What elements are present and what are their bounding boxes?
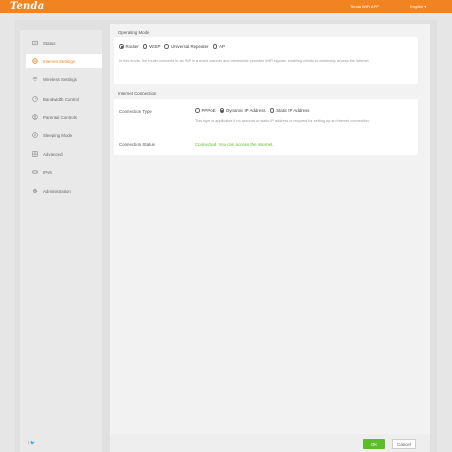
sidebar-item-advanced[interactable]: Advanced [26,147,102,161]
mode-ap-option[interactable]: AP [212,44,225,49]
cancel-button[interactable]: Cancel [392,439,416,449]
social-links[interactable]: f 🐦 [28,440,35,445]
radio-universal-repeater[interactable] [164,44,169,49]
grid-icon [32,151,38,157]
sidebar-item-label: Status [43,40,56,46]
wifi-app-link[interactable]: Tenda WiFi APP [350,0,379,13]
radio-dynamic-ip[interactable] [219,108,225,113]
type-dynamic-ip-option[interactable]: Dynamic IP Address [219,108,266,113]
ipv6-icon [32,169,38,175]
main-content [110,24,430,452]
type-pppoe-option[interactable]: PPPoE [195,108,216,113]
globe-icon [32,58,38,64]
gauge-icon [32,96,38,102]
connection-status-label: Connection Status [119,142,155,147]
connection-type-options: PPPoE Dynamic IP Address Static IP Addre… [195,108,313,113]
top-bar [0,0,452,13]
connection-status-value: Connected. You can access the internet. [195,142,274,147]
connection-type-description: This type is applicable if no account or… [195,119,370,123]
sidebar-item-ipv6[interactable]: IPv6 [26,165,102,179]
parental-icon [32,114,38,120]
sidebar-item-label: IPv6 [43,169,52,175]
radio-wisp[interactable] [142,44,148,49]
sleep-icon [32,132,38,138]
operating-mode-description: In this mode, the router connects to an … [119,59,370,63]
sidebar-item-administration[interactable]: Administration [26,184,102,198]
sidebar-item-label: Internet Settings [43,58,75,64]
connection-type-label: Connection Type [119,109,152,114]
sidebar-item-label: Bandwidth Control [43,96,79,102]
sidebar-item-internet-settings[interactable]: Internet Settings [26,54,102,68]
operating-mode-title: Operating Mode [118,30,150,35]
radio-router[interactable] [119,44,124,49]
gear-icon [32,188,38,194]
radio-ap[interactable] [212,44,218,49]
sidebar-item-label: Administration [43,188,71,194]
sidebar-item-label: Advanced [43,151,63,157]
sidebar-item-label: Wireless Settings [43,76,77,82]
mode-universal-repeater-option[interactable]: Universal Repeater [164,44,209,49]
mode-router-option[interactable]: Router [119,44,139,49]
internet-connection-title: Internet Connection [118,91,157,96]
wifi-icon [32,76,38,82]
language-select[interactable]: English ▾ [410,0,426,13]
status-icon [32,40,38,46]
sidebar-item-label: Parental Controls [43,114,77,120]
sidebar-item-bandwidth-control[interactable]: Bandwidth Control [26,92,102,106]
sidebar-item-label: Sleeping Mode [43,132,73,138]
tenda-logo: Tenda [10,1,45,12]
sidebar-item-status[interactable]: Status [26,36,102,50]
radio-static-ip[interactable] [269,108,275,113]
radio-pppoe[interactable] [195,108,200,113]
ok-button[interactable]: OK [363,439,385,449]
sidebar-item-wireless-settings[interactable]: Wireless Settings [26,72,102,86]
operating-mode-options: Router WISP Universal Repeater AP [119,44,229,49]
sidebar-item-parental-controls[interactable]: Parental Controls [26,110,102,124]
sidebar-item-sleeping-mode[interactable]: Sleeping Mode [26,128,102,142]
mode-wisp-option[interactable]: WISP [142,44,160,49]
sidebar: Status Internet Settings Wireless Settin… [20,30,102,452]
type-static-ip-option[interactable]: Static IP Address [269,108,309,113]
